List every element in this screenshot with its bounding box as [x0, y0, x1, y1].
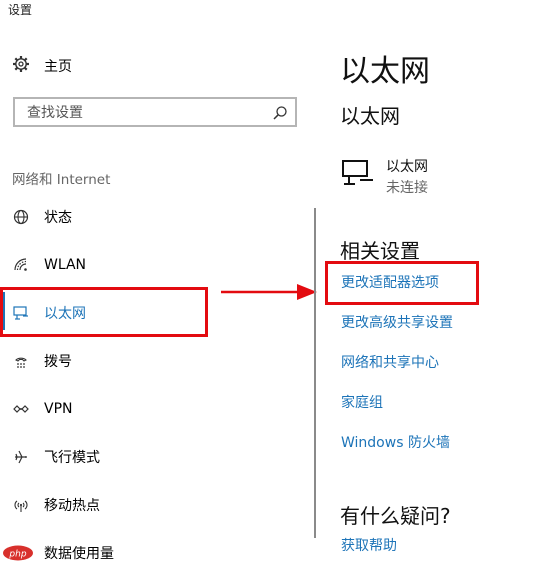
related-settings-heading: 相关设置 — [340, 239, 420, 263]
nav-item-label: 移动热点 — [44, 498, 100, 514]
nav-item-label: 状态 — [44, 210, 72, 226]
nav-item-label: 数据使用量 — [44, 546, 114, 562]
home-button[interactable]: 主页 — [12, 56, 72, 76]
hotspot-icon — [12, 496, 30, 514]
nav-item-dialup[interactable]: 拨号 — [12, 349, 292, 373]
home-label: 主页 — [44, 59, 72, 75]
link-get-help[interactable]: 获取帮助 — [341, 535, 397, 555]
gear-icon — [12, 55, 30, 77]
globe-icon — [12, 208, 30, 226]
nav-item-data-usage[interactable]: 数据使用量 — [12, 541, 292, 565]
section-subtitle: 以太网 — [340, 104, 400, 128]
highlight-box-ethernet — [0, 287, 208, 337]
nav-item-wlan[interactable]: WLAN — [12, 253, 292, 277]
questions-heading: 有什么疑问? — [340, 504, 451, 528]
link-homegroup[interactable]: 家庭组 — [341, 392, 383, 412]
link-change-adapter-options[interactable]: 更改适配器选项 — [341, 272, 439, 292]
nav-item-label: 拨号 — [44, 354, 72, 370]
link-network-sharing-center[interactable]: 网络和共享中心 — [341, 352, 439, 372]
svg-text:php: php — [8, 550, 26, 560]
pane-divider — [314, 208, 316, 538]
page-title: 以太网 — [340, 54, 430, 89]
search-input[interactable] — [25, 100, 269, 126]
monitor-network-icon[interactable] — [341, 159, 375, 191]
nav-item-vpn[interactable]: VPN — [12, 397, 292, 421]
nav-item-label: 飞行模式 — [44, 450, 100, 466]
nav-item-status[interactable]: 状态 — [12, 205, 292, 229]
vpn-icon — [12, 400, 30, 418]
section-header: 网络和 Internet — [12, 172, 111, 188]
search-box[interactable] — [13, 97, 297, 127]
link-advanced-sharing[interactable]: 更改高级共享设置 — [341, 312, 453, 332]
device-name[interactable]: 以太网 — [386, 156, 428, 176]
watermark-logo: php — [2, 545, 34, 565]
link-windows-firewall[interactable]: Windows 防火墙 — [341, 432, 450, 452]
dialup-icon — [12, 352, 30, 370]
device-status: 未连接 — [386, 180, 428, 196]
nav-item-label: WLAN — [44, 257, 87, 273]
airplane-icon — [12, 448, 30, 466]
window-title: 设置 — [8, 3, 33, 17]
nav-item-label: VPN — [44, 401, 73, 417]
nav-item-airplane[interactable]: 飞行模式 — [12, 445, 292, 469]
nav-item-hotspot[interactable]: 移动热点 — [12, 493, 292, 517]
annotation-arrow — [221, 282, 321, 306]
search-icon[interactable] — [272, 105, 288, 125]
wifi-icon — [12, 256, 30, 274]
